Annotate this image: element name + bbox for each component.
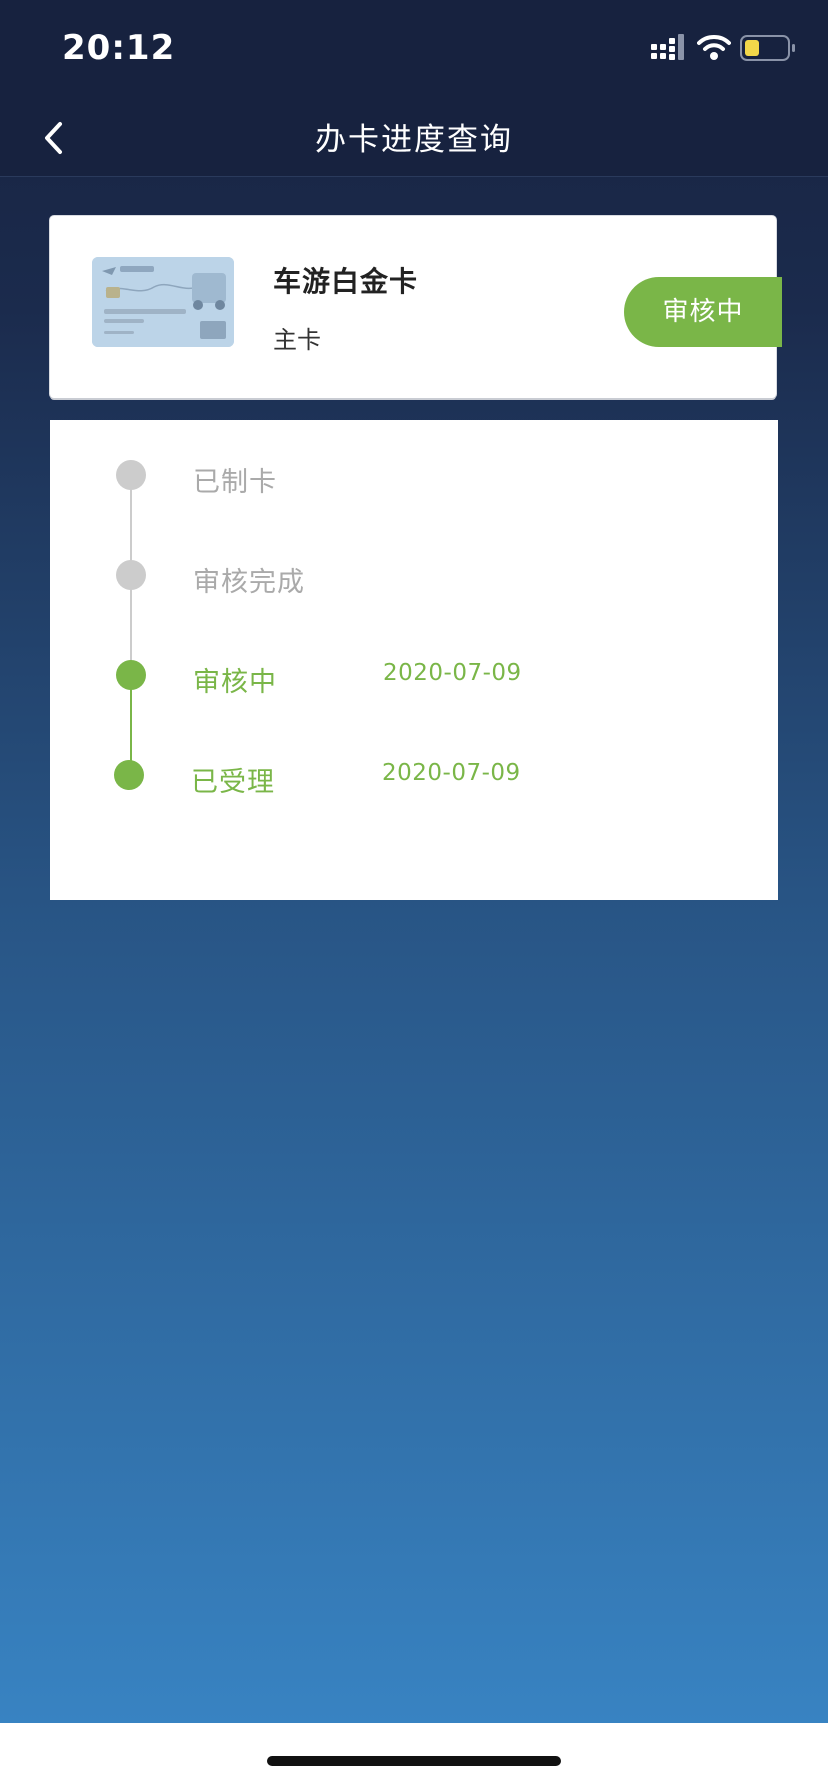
home-indicator[interactable]: [267, 1756, 561, 1766]
wifi-icon: [697, 35, 731, 60]
signal-icon: [651, 34, 684, 60]
step-dot: [116, 460, 146, 490]
step-date: 2020-07-09: [383, 660, 522, 686]
card-image: [92, 257, 234, 347]
step-dot: [116, 560, 146, 590]
step-label: 已受理: [191, 767, 275, 798]
card-type: 主卡: [273, 326, 321, 354]
status-badge: 审核中: [624, 277, 782, 347]
step-dot: [116, 660, 146, 690]
step-label: 已制卡: [193, 467, 277, 498]
status-bar: 20:12: [0, 0, 828, 100]
battery-icon: [740, 35, 795, 61]
step-label: 审核中: [193, 667, 277, 698]
status-time: 20:12: [62, 28, 176, 68]
step-label: 审核完成: [193, 567, 305, 598]
navigation-bar: 办卡进度查询: [0, 100, 828, 177]
step-dot: [114, 760, 144, 790]
progress-timeline: 已制卡 审核完成 审核中 2020-07-09 已受理 2020-07-09: [50, 420, 778, 900]
page-title: 办卡进度查询: [315, 122, 513, 158]
app-screen: 20:12 办卡进度查询 车游白金卡 主卡 审核中 已制卡 审核完成 审核中 2…: [0, 0, 828, 1723]
card-summary[interactable]: 车游白金卡 主卡 审核中: [50, 216, 782, 398]
card-name: 车游白金卡: [273, 265, 419, 298]
step-date: 2020-07-09: [382, 760, 521, 786]
